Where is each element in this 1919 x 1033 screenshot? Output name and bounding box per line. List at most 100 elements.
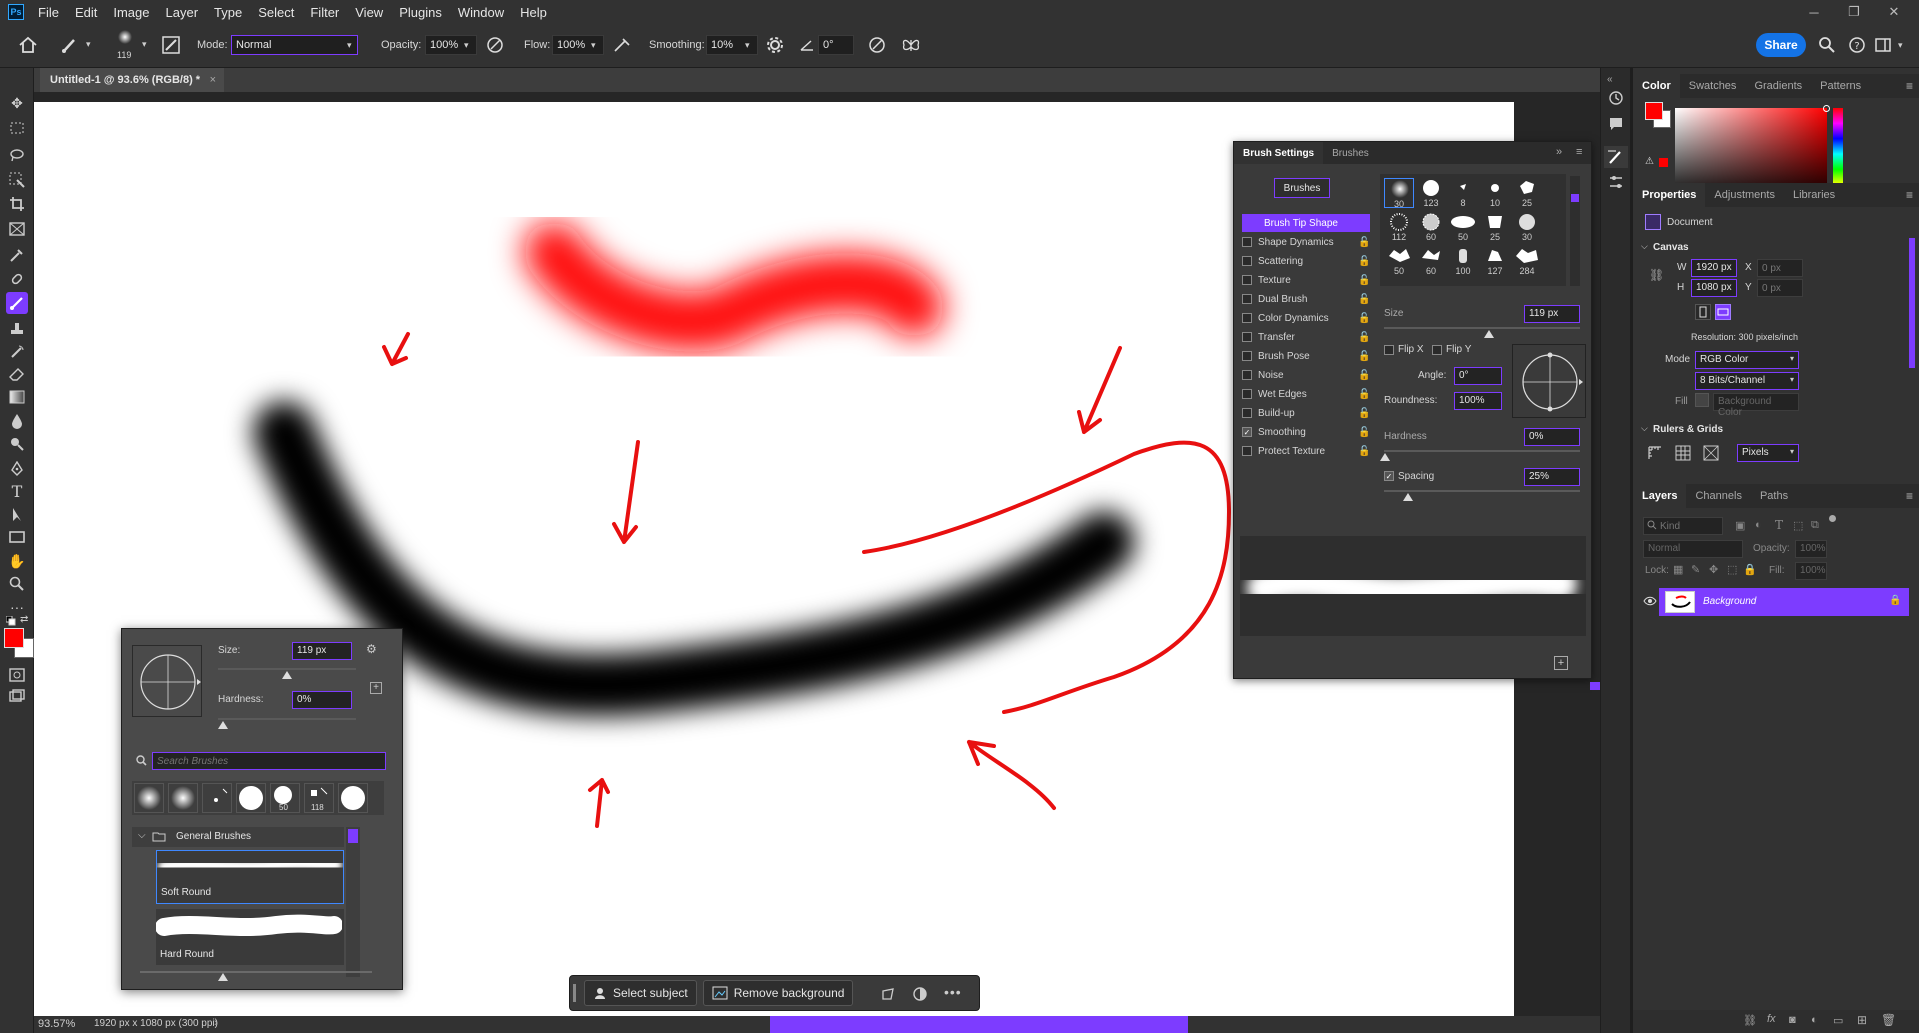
lock-icon[interactable]: 🔓 [1358, 370, 1370, 381]
canvas-y-field[interactable] [1757, 279, 1803, 297]
rectangle-tool-icon[interactable] [6, 526, 28, 548]
checkbox[interactable] [1242, 446, 1252, 456]
swap-colors-icon[interactable]: ⇄ [20, 614, 28, 625]
brush-tip[interactable]: 127 [1480, 246, 1510, 276]
color-mode-select[interactable]: RGB Color [1695, 351, 1799, 369]
bs-item-color-dynamics[interactable]: Color Dynamics 🔓 [1242, 309, 1370, 327]
taskbar-drag-handle[interactable] [573, 984, 576, 1002]
tab-adjustments[interactable]: Adjustments [1705, 183, 1784, 207]
bs-item-wet-edges[interactable]: Wet Edges 🔓 [1242, 385, 1370, 403]
brush-tip[interactable]: 60 [1416, 212, 1446, 242]
picker-hardness-slider-thumb[interactable] [218, 721, 228, 729]
pressure-size-icon[interactable] [868, 36, 886, 54]
search-icon[interactable] [1818, 36, 1836, 54]
bit-depth-select[interactable]: 8 Bits/Channel [1695, 372, 1799, 390]
spacing-checkbox[interactable]: ✓ [1384, 471, 1394, 481]
fill-swatch[interactable] [1695, 393, 1709, 407]
home-icon[interactable] [18, 36, 38, 54]
brush-settings-panel-icon[interactable] [1604, 146, 1628, 168]
menu-select[interactable]: Select [250, 5, 302, 20]
tab-patterns[interactable]: Patterns [1811, 74, 1870, 98]
picker-size-slider-thumb[interactable] [282, 671, 292, 679]
brush-tip[interactable]: 25 [1480, 212, 1510, 242]
fill-select[interactable]: Background Color [1713, 393, 1799, 418]
select-subject-button[interactable]: Select subject [584, 980, 697, 1006]
properties-scrollbar[interactable] [1909, 238, 1915, 368]
gradient-tool-icon[interactable] [6, 386, 28, 408]
bs-roundness-field[interactable]: 100% [1454, 392, 1502, 410]
brush-angle-field[interactable]: 0° [818, 35, 854, 55]
flow-field[interactable]: 100% [552, 35, 604, 55]
lock-icon[interactable]: 🔓 [1358, 294, 1370, 305]
zoom-tool-icon[interactable] [6, 573, 28, 595]
smoothing-chevron-icon[interactable]: ▾ [745, 40, 750, 51]
pressure-opacity-icon[interactable] [486, 36, 504, 54]
blend-mode-select[interactable]: Normal [231, 35, 358, 55]
flip-x-checkbox[interactable] [1384, 345, 1394, 355]
rulers-section-chevron-icon[interactable]: ⌵ [1641, 423, 1648, 434]
collapse-panel-icon[interactable]: » [1556, 146, 1562, 158]
menu-type[interactable]: Type [206, 5, 250, 20]
marquee-tool-icon[interactable] [6, 117, 28, 139]
comments-panel-icon[interactable] [1608, 116, 1624, 132]
bs-item-protect-texture[interactable]: Protect Texture 🔓 [1242, 442, 1370, 460]
opacity-chevron-icon[interactable]: ▾ [464, 40, 469, 51]
brush-angle-preview[interactable] [132, 645, 202, 717]
bs-item-build-up[interactable]: Build-up 🔓 [1242, 404, 1370, 422]
lock-icon[interactable]: 🔓 [1358, 427, 1370, 438]
document-info[interactable]: 1920 px x 1080 px (300 ppi) [94, 1018, 218, 1029]
tab-color[interactable]: Color [1633, 74, 1680, 98]
bs-hardness-field[interactable]: 0% [1524, 428, 1580, 446]
lasso-tool-icon[interactable] [6, 144, 28, 166]
bs-size-slider[interactable] [1384, 327, 1580, 329]
filter-pixel-icon[interactable]: ▣ [1735, 519, 1745, 532]
recent-brush-3[interactable] [202, 783, 232, 813]
crop-tool-icon[interactable] [6, 193, 28, 215]
filter-type-icon[interactable]: T [1775, 518, 1783, 532]
frame-tool-icon[interactable] [6, 218, 28, 240]
search-brushes-input[interactable] [152, 752, 386, 770]
restore-icon[interactable]: ❐ [1834, 0, 1874, 24]
menu-plugins[interactable]: Plugins [391, 5, 450, 20]
move-tool-icon[interactable]: ✥ [6, 92, 28, 114]
recent-brush-7[interactable] [338, 783, 368, 813]
tab-paths[interactable]: Paths [1751, 484, 1797, 508]
tab-libraries[interactable]: Libraries [1784, 183, 1844, 207]
share-button[interactable]: Share [1756, 33, 1806, 57]
checkbox[interactable] [1242, 332, 1252, 342]
tool-preset-chevron-icon[interactable]: ▾ [86, 39, 91, 50]
menu-window[interactable]: Window [450, 5, 512, 20]
brush-tip[interactable]: 50 [1384, 246, 1414, 276]
document-tab[interactable]: Untitled-1 @ 93.6% (RGB/8) * × [40, 68, 225, 92]
add-mask-icon[interactable]: ◙ [1789, 1014, 1796, 1026]
pixel-grid-icon[interactable] [1703, 445, 1719, 461]
history-brush-tool-icon[interactable] [6, 341, 28, 363]
brushes-panel-button[interactable]: Brushes [1274, 178, 1330, 198]
checkbox[interactable] [1242, 408, 1252, 418]
layer-lock-icon[interactable]: 🔒 [1889, 595, 1901, 606]
brush-picker-chevron-icon[interactable]: ▾ [142, 39, 147, 50]
checkbox[interactable] [1242, 294, 1252, 304]
layer-style-icon[interactable]: fx [1767, 1013, 1776, 1025]
picker-hardness-field[interactable]: 0% [292, 691, 352, 709]
brush-tool-preset-icon[interactable] [60, 36, 80, 54]
checkbox[interactable] [1242, 275, 1252, 285]
canvas-width-field[interactable]: 1920 px [1691, 259, 1737, 277]
recent-brush-5[interactable]: 50 [270, 783, 300, 813]
airbrush-icon[interactable] [612, 36, 632, 54]
new-group-icon[interactable]: ▭ [1833, 1014, 1843, 1027]
type-tool-icon[interactable]: T [6, 480, 28, 502]
adjustment-circle-icon[interactable] [912, 986, 928, 1002]
more-options-icon[interactable]: ••• [944, 984, 962, 1000]
menu-file[interactable]: File [30, 5, 67, 20]
close-window-icon[interactable]: ✕ [1874, 0, 1914, 24]
canvas-x-field[interactable] [1757, 259, 1803, 277]
tool-presets-panel-icon[interactable] [1608, 174, 1624, 190]
close-tab-icon[interactable]: × [210, 74, 216, 86]
gamut-warning-icon[interactable]: ⚠ [1645, 156, 1654, 167]
ruler-units-chevron-icon[interactable]: ▾ [1790, 447, 1794, 456]
recent-brush-2[interactable] [168, 783, 198, 813]
opacity-field[interactable]: 100% [425, 35, 477, 55]
filter-smart-object-icon[interactable]: ⧉ [1811, 519, 1819, 532]
layer-highlight[interactable] [1659, 588, 1909, 616]
